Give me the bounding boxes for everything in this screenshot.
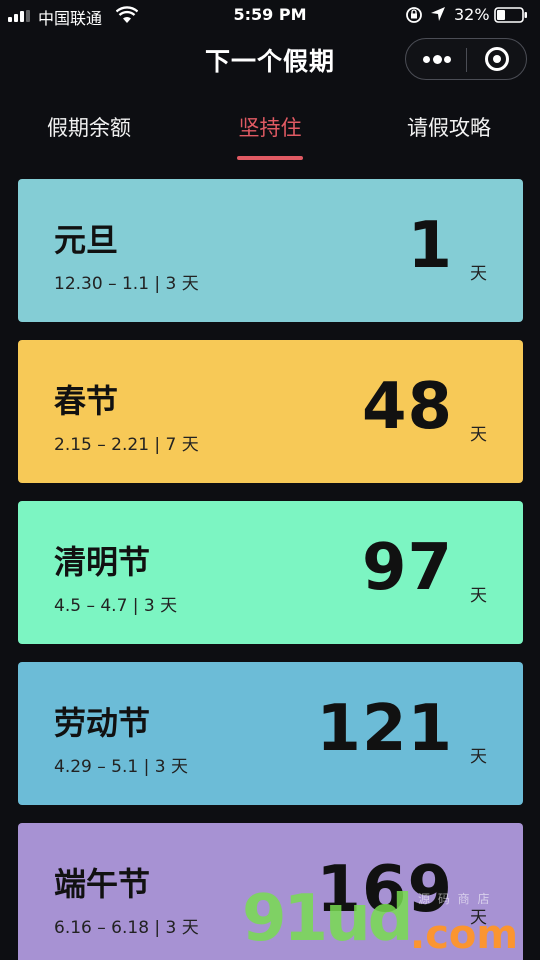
holiday-name: 端午节 xyxy=(54,865,151,903)
holiday-card[interactable]: 端午节 6.16 – 6.18 | 3 天 169 天 xyxy=(18,823,523,960)
holiday-dates: 4.29 – 5.1 | 3 天 xyxy=(54,757,188,777)
holiday-card[interactable]: 元旦 12.30 – 1.1 | 3 天 1 天 xyxy=(18,179,523,322)
holiday-dates: 6.16 – 6.18 | 3 天 xyxy=(54,918,199,938)
days-remaining: 97 xyxy=(361,531,453,605)
tab-bar: 假期余额 坚持住 请假攻略 xyxy=(0,100,540,164)
holiday-card[interactable]: 春节 2.15 – 2.21 | 7 天 48 天 xyxy=(18,340,523,483)
tab-holiday-balance[interactable]: 假期余额 xyxy=(24,112,154,142)
holiday-dates: 4.5 – 4.7 | 3 天 xyxy=(54,596,178,616)
days-unit: 天 xyxy=(470,425,487,445)
more-button[interactable] xyxy=(406,39,466,79)
holiday-name: 清明节 xyxy=(54,543,151,581)
location-arrow-icon xyxy=(431,7,445,21)
active-tab-indicator xyxy=(237,156,303,160)
holiday-name: 春节 xyxy=(54,382,119,420)
battery-percentage: 32% xyxy=(454,5,490,24)
close-button[interactable] xyxy=(467,39,527,79)
holiday-card[interactable]: 劳动节 4.29 – 5.1 | 3 天 121 天 xyxy=(18,662,523,805)
days-unit: 天 xyxy=(470,908,487,928)
holiday-dates: 12.30 – 1.1 | 3 天 xyxy=(54,274,199,294)
status-bar: 中国联通 5:59 PM 32% xyxy=(0,0,540,32)
tab-leave-guide[interactable]: 请假攻略 xyxy=(384,112,514,142)
holiday-list: 元旦 12.30 – 1.1 | 3 天 1 天 春节 2.15 – 2.21 … xyxy=(18,179,523,960)
holiday-card[interactable]: 清明节 4.5 – 4.7 | 3 天 97 天 xyxy=(18,501,523,644)
days-unit: 天 xyxy=(470,586,487,606)
holiday-name: 劳动节 xyxy=(54,704,151,742)
tab-hang-in-there[interactable]: 坚持住 xyxy=(205,112,335,142)
battery-icon xyxy=(494,7,527,23)
nav-header: 下一个假期 xyxy=(0,36,540,84)
days-unit: 天 xyxy=(470,747,487,767)
holiday-dates: 2.15 – 2.21 | 7 天 xyxy=(54,435,199,455)
rotation-lock-icon xyxy=(406,7,422,23)
days-remaining: 48 xyxy=(361,370,453,444)
mini-program-capsule xyxy=(405,38,527,80)
holiday-name: 元旦 xyxy=(54,221,119,259)
days-remaining: 1 xyxy=(407,209,453,283)
days-remaining: 169 xyxy=(316,853,453,927)
days-remaining: 121 xyxy=(316,692,453,766)
days-unit: 天 xyxy=(470,264,487,284)
